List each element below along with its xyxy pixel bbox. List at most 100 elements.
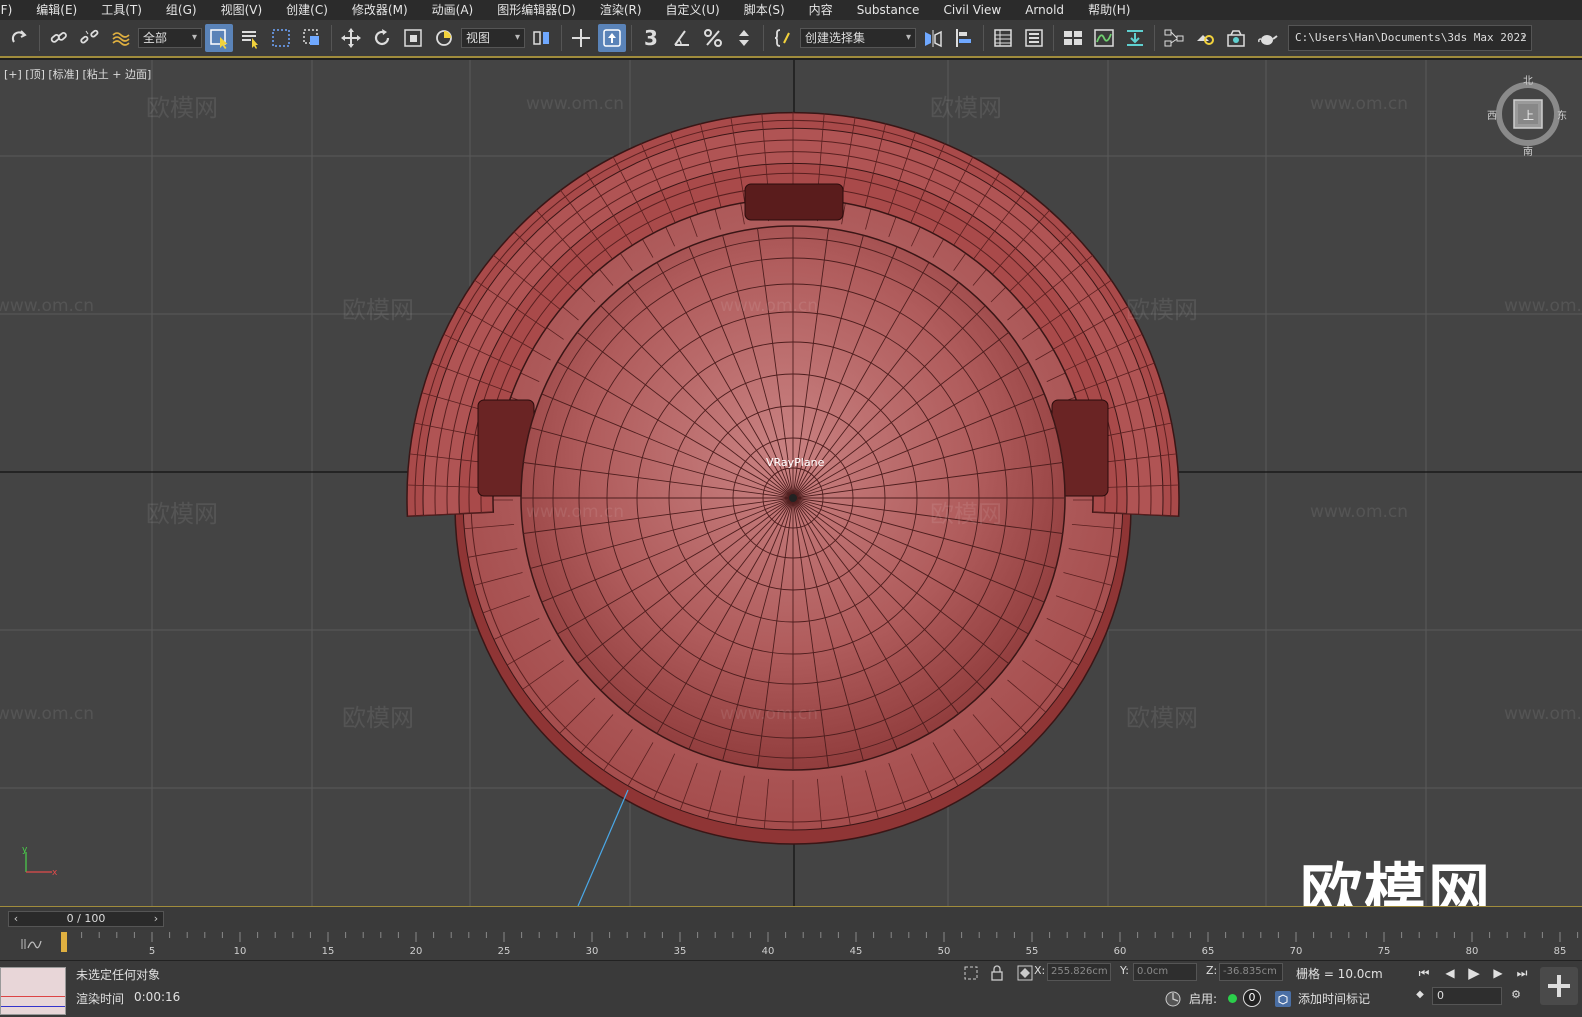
toolbar-separator [1053,25,1054,51]
y-coord-field[interactable]: 0.0cm [1133,963,1197,981]
window-crossing-button[interactable] [298,24,326,52]
menu-item[interactable]: 工具(T) [89,0,154,20]
current-frame-field[interactable]: 0 [1432,987,1502,1005]
menu-item[interactable]: Arnold [1013,0,1076,20]
time-prev-icon[interactable]: ‹ [9,912,23,926]
angle-snap-button[interactable] [668,24,696,52]
select-manipulate-button[interactable] [567,24,595,52]
material-editor-button[interactable] [1160,24,1188,52]
render-setup-button[interactable] [1191,24,1219,52]
menu-item[interactable]: 内容 [797,0,845,20]
spinner-snap-button[interactable] [730,24,758,52]
menu-item[interactable]: 图形编辑器(D) [485,0,588,20]
menu-item[interactable]: Substance [845,0,932,20]
viewcube-north-label[interactable]: 北 [1523,72,1533,87]
lock-icon[interactable] [988,964,1006,982]
menu-item[interactable]: Civil View [931,0,1013,20]
absolute-mode-icon[interactable] [1016,964,1034,982]
go-to-end-icon[interactable]: ⏭ [1512,964,1532,982]
pivot-center-button[interactable] [528,24,556,52]
select-by-name-button[interactable] [236,24,264,52]
menu-item[interactable]: 自定义(U) [654,0,732,20]
scene-explorer-button[interactable] [989,24,1017,52]
viewcube-west-label[interactable]: 西 [1487,107,1497,122]
menu-item[interactable]: 脚本(S) [732,0,797,20]
align-button[interactable] [950,24,978,52]
menu-item[interactable]: 编辑(E) [24,0,89,20]
viewcube-south-label[interactable]: 南 [1523,143,1533,158]
menu-item[interactable]: 渲染(R) [588,0,654,20]
select-object-button[interactable] [205,24,233,52]
project-path-dropdown[interactable]: C:\Users\Han\Documents\3ds Max 2022 [1288,25,1532,51]
previous-frame-icon[interactable]: ◀ [1440,964,1460,982]
rotate-button[interactable] [368,24,396,52]
bind-spacewarp-button[interactable] [107,24,135,52]
create-panel-button[interactable] [1540,967,1578,1005]
snap-toggle-button[interactable]: 3 [637,24,665,52]
play-icon[interactable]: ▶ [1464,964,1484,982]
redo-button[interactable] [6,24,34,52]
next-frame-icon[interactable]: ▶ [1488,964,1508,982]
move-icon [341,28,361,48]
viewport-label-menu[interactable]: [+] [顶] [标准] [粘土 + 边面] [4,66,151,82]
keyboard-shortcut-toggle[interactable] [598,24,626,52]
menu-item[interactable]: 修改器(M) [340,0,420,20]
percent-snap-button[interactable] [699,24,727,52]
move-button[interactable] [337,24,365,52]
viewcube[interactable]: 北 南 东 西 上 [1487,72,1568,158]
time-slider-text: 0 / 100 [66,912,106,925]
adaptive-degradation-icon[interactable] [1164,990,1182,1008]
render-frame-icon [1227,30,1245,47]
menu-item[interactable]: 组(G) [154,0,209,20]
key-mode-icon[interactable]: ◆ [1410,986,1430,1004]
time-tag-cube-icon[interactable] [1274,990,1292,1008]
rendered-frame-window-button[interactable] [1222,24,1250,52]
edit-named-selection-button[interactable] [769,24,797,52]
go-to-start-icon[interactable]: ⏮ [1414,964,1434,982]
render-production-button[interactable] [1253,24,1281,52]
link-icon [50,32,67,43]
maxscript-listener-thumb[interactable] [0,967,66,1015]
menu-item[interactable]: 帮助(H) [1076,0,1142,20]
toolbar-separator [631,25,632,51]
isolate-selection-icon[interactable] [962,964,980,982]
top-viewport[interactable]: yx 欧模网www.om.cn欧模网www.om.cnwww.om.cn欧模网w… [0,60,1582,906]
mirror-button[interactable] [919,24,947,52]
schematic-view-button[interactable] [1121,24,1149,52]
layer-explorer-button[interactable] [1020,24,1048,52]
named-selection-dropdown[interactable]: 创建选择集 [800,28,916,48]
menu-item[interactable]: 创建(C) [274,0,340,20]
menu-item[interactable]: (F) [0,0,24,20]
menu-item[interactable]: 动画(A) [420,0,486,20]
link-button[interactable] [45,24,73,52]
viewcube-top-face[interactable]: 上 [1523,107,1534,123]
scale-button[interactable] [399,24,427,52]
grid-size-text: 栅格 = 10.0cm [1296,967,1383,981]
ruler-tick-label: 70 [1290,946,1303,957]
menu-item[interactable]: 视图(V) [209,0,275,20]
selection-filter-dropdown[interactable]: 全部 [138,28,202,48]
reference-coord-dropdown[interactable]: 视图 [461,28,525,48]
unlink-button[interactable] [76,24,104,52]
time-slider[interactable]: ‹ 0 / 100 › [8,911,164,927]
curve-editor-mini-icon[interactable] [20,936,42,952]
rect-selection-region-button[interactable] [267,24,295,52]
node-graph-icon [1164,29,1184,47]
x-coord-field[interactable]: 255.826cm [1047,963,1111,981]
z-coord-field[interactable]: -36.835cm [1219,963,1283,981]
shortcut-icon [603,29,621,47]
time-next-icon[interactable]: › [149,912,163,926]
curve-editor-button[interactable] [1090,24,1118,52]
place-button[interactable] [430,24,458,52]
toggle-ribbon-button[interactable] [1059,24,1087,52]
time-config-icon[interactable]: ⚙ [1506,986,1526,1004]
toolbar-separator [1154,25,1155,51]
viewcube-east-label[interactable]: 东 [1557,107,1567,122]
enable-label: 启用: [1189,992,1218,1006]
selection-count-badge[interactable]: 0 [1243,989,1261,1007]
ruler-tick-label: 50 [938,946,951,957]
x-coord-label: X: [1034,964,1046,977]
place-icon [436,30,452,46]
add-time-tag-button[interactable]: 添加时间标记 [1298,990,1370,1007]
track-bar[interactable]: 5 10 15 20 25 30 35 40 45 50 55 60 65 70 75 80 85 [0,930,1582,960]
